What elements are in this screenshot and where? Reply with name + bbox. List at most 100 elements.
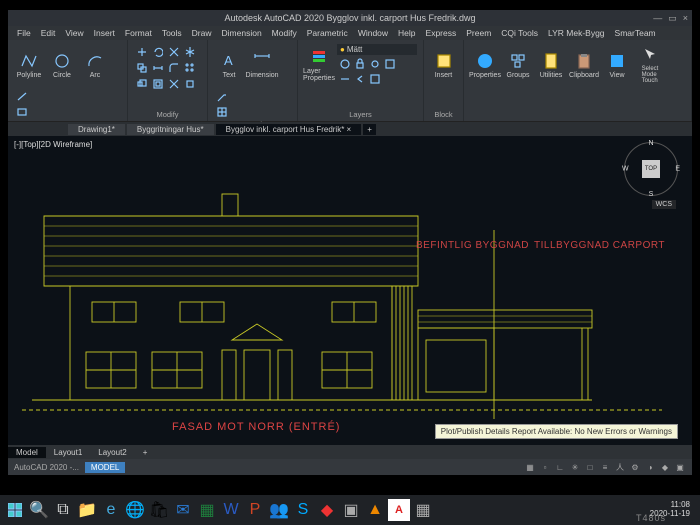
offset-icon[interactable]: [150, 76, 164, 90]
grid-icon[interactable]: ▦: [524, 461, 536, 473]
properties-button[interactable]: Properties: [470, 44, 500, 86]
menu-lyr[interactable]: LYR Mek-Bygg: [545, 27, 608, 39]
app-icon-3[interactable]: ▦: [412, 499, 434, 521]
ortho-icon[interactable]: ∟: [554, 461, 566, 473]
layer-state-icon[interactable]: [367, 71, 381, 85]
taskview-icon[interactable]: ⧉: [52, 499, 74, 521]
menu-help[interactable]: Help: [395, 27, 418, 39]
menu-format[interactable]: Format: [122, 27, 155, 39]
layer-iso-icon[interactable]: [337, 71, 351, 85]
menu-insert[interactable]: Insert: [91, 27, 118, 39]
clipboard-button[interactable]: Clipboard: [569, 44, 599, 86]
leader-icon[interactable]: [214, 89, 228, 103]
menu-smarteam[interactable]: SmarTeam: [612, 27, 659, 39]
tab-model[interactable]: Model: [8, 447, 46, 458]
polar-icon[interactable]: ✳: [569, 461, 581, 473]
close-button[interactable]: ×: [683, 13, 688, 24]
hardware-icon[interactable]: ◆: [659, 461, 671, 473]
stretch-icon[interactable]: [150, 60, 164, 74]
select-mode-button[interactable]: Select Mode Touch: [635, 44, 665, 86]
trim-icon[interactable]: [166, 44, 180, 58]
menu-window[interactable]: Window: [355, 27, 391, 39]
autocad-icon[interactable]: A: [388, 499, 410, 521]
menu-dimension[interactable]: Dimension: [219, 27, 265, 39]
drawing-canvas[interactable]: [-][Top][2D Wireframe]: [8, 136, 692, 445]
circle-button[interactable]: Circle: [47, 44, 77, 86]
viewcube-face[interactable]: TOP: [642, 160, 660, 178]
viewport-label[interactable]: [-][Top][2D Wireframe]: [14, 140, 92, 149]
isolate-icon[interactable]: ◑: [644, 461, 656, 473]
dimension-button[interactable]: Dimension: [247, 44, 277, 86]
annotation-scale-icon[interactable]: 人: [614, 461, 626, 473]
erase-icon[interactable]: [182, 76, 196, 90]
view-cube[interactable]: TOP N S E W: [624, 142, 678, 196]
text-button[interactable]: AText: [214, 44, 244, 86]
table-icon[interactable]: [214, 104, 228, 118]
wcs-badge[interactable]: WCS: [652, 200, 676, 209]
app-icon-1[interactable]: ▣: [340, 499, 362, 521]
menu-modify[interactable]: Modify: [269, 27, 300, 39]
polyline-button[interactable]: Polyline: [14, 44, 44, 86]
word-icon[interactable]: W: [220, 499, 242, 521]
menu-preem[interactable]: Preem: [463, 27, 494, 39]
line-icon[interactable]: [14, 89, 28, 103]
mirror-icon[interactable]: [182, 44, 196, 58]
app-icon-2[interactable]: ▲: [364, 499, 386, 521]
menu-tools[interactable]: Tools: [159, 27, 185, 39]
doc-tab-1[interactable]: Drawing1*: [68, 124, 125, 135]
workspace-icon[interactable]: ⚙: [629, 461, 641, 473]
minimize-button[interactable]: —: [653, 13, 662, 24]
model-badge[interactable]: MODEL: [85, 462, 125, 473]
fillet-icon[interactable]: [166, 60, 180, 74]
doc-tab-3[interactable]: Bygglov inkl. carport Hus Fredrik* ×: [216, 124, 362, 135]
edge-icon[interactable]: 🌐: [124, 499, 146, 521]
acrobat-icon[interactable]: ◆: [316, 499, 338, 521]
arc-button[interactable]: Arc: [80, 44, 110, 86]
excel-icon[interactable]: ▦: [196, 499, 218, 521]
rotate-icon[interactable]: [150, 44, 164, 58]
explorer-icon[interactable]: 📁: [76, 499, 98, 521]
outlook-icon[interactable]: ✉: [172, 499, 194, 521]
powerpoint-icon[interactable]: P: [244, 499, 266, 521]
layer-lock-icon[interactable]: [352, 56, 366, 70]
teams-icon[interactable]: 👥: [268, 499, 290, 521]
insert-block-button[interactable]: Insert: [430, 44, 457, 86]
move-icon[interactable]: [134, 44, 148, 58]
search-icon[interactable]: 🔍: [28, 499, 50, 521]
rectangle-icon[interactable]: [14, 104, 28, 118]
view-button[interactable]: View: [602, 44, 632, 86]
utilities-button[interactable]: Utilities: [536, 44, 566, 86]
maximize-button[interactable]: ▭: [668, 13, 677, 24]
osnap-icon[interactable]: □: [584, 461, 596, 473]
add-tab-button[interactable]: +: [363, 124, 376, 135]
array-icon[interactable]: [182, 60, 196, 74]
skype-icon[interactable]: S: [292, 499, 314, 521]
store-icon[interactable]: 🛍: [148, 499, 170, 521]
doc-tab-2[interactable]: Byggritningar Hus*: [127, 124, 214, 135]
copy-icon[interactable]: [134, 60, 148, 74]
menu-file[interactable]: File: [14, 27, 34, 39]
layer-dropdown[interactable]: ● Mätt: [337, 44, 417, 55]
menu-view[interactable]: View: [62, 27, 86, 39]
menu-draw[interactable]: Draw: [189, 27, 215, 39]
tab-add[interactable]: +: [135, 447, 156, 458]
explode-icon[interactable]: [166, 76, 180, 90]
lineweight-icon[interactable]: ≡: [599, 461, 611, 473]
menu-edit[interactable]: Edit: [38, 27, 59, 39]
menu-parametric[interactable]: Parametric: [304, 27, 351, 39]
layer-properties-button[interactable]: Layer Properties: [304, 44, 334, 86]
layer-prev-icon[interactable]: [352, 71, 366, 85]
tab-layout1[interactable]: Layout1: [46, 447, 90, 458]
layer-match-icon[interactable]: [382, 56, 396, 70]
menu-express[interactable]: Express: [423, 27, 460, 39]
menu-cqi[interactable]: CQi Tools: [498, 27, 541, 39]
clean-icon[interactable]: ▣: [674, 461, 686, 473]
ie-icon[interactable]: e: [100, 499, 122, 521]
tab-layout2[interactable]: Layout2: [90, 447, 134, 458]
layer-freeze-icon[interactable]: [337, 56, 351, 70]
layer-off-icon[interactable]: [367, 56, 381, 70]
snap-icon[interactable]: ▫: [539, 461, 551, 473]
groups-button[interactable]: Groups: [503, 44, 533, 86]
scale-icon[interactable]: [134, 76, 148, 90]
start-button[interactable]: [4, 499, 26, 521]
